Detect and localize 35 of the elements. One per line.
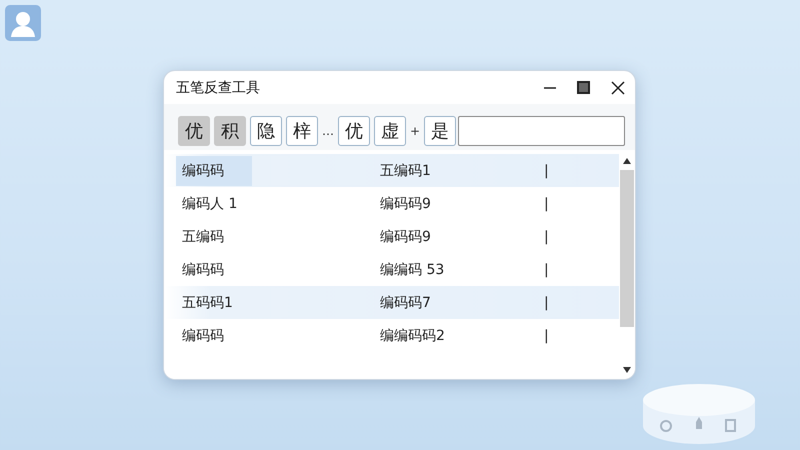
character-button[interactable]: 积 (214, 116, 246, 146)
bar-mark: | (544, 162, 550, 178)
list-item[interactable]: 编码码7 (374, 294, 544, 312)
list-row[interactable]: 五编码 编码码9 | (164, 220, 619, 253)
list-item[interactable]: 五编码 (176, 222, 230, 252)
list-item[interactable]: 五码码1 (176, 288, 239, 318)
bar-mark: | (544, 196, 550, 212)
character-button[interactable]: 优 (338, 116, 370, 146)
separator-symbol: + (410, 124, 420, 138)
list-item[interactable]: 编码码9 (374, 228, 544, 246)
list-item[interactable]: 编编码 53 (374, 260, 544, 278)
separator-symbol: … (322, 124, 334, 138)
list-item[interactable]: 编编码码2 (374, 326, 544, 344)
character-button[interactable]: 梓 (286, 116, 318, 146)
character-button[interactable]: 是 (424, 116, 456, 146)
scroll-up-icon[interactable] (623, 158, 631, 164)
list-item[interactable]: 编码码 (176, 254, 230, 284)
list-item[interactable]: 编码码9 (374, 194, 544, 212)
character-button[interactable]: 虚 (374, 116, 406, 146)
list-row[interactable]: 编码码 编编码 53 | (164, 253, 619, 286)
list-item[interactable]: 编码人 1 (176, 188, 244, 218)
bar-mark: | (544, 328, 550, 344)
list-item[interactable]: 五编码1 (374, 162, 544, 180)
list-item[interactable]: 编码码 (176, 156, 252, 186)
input-field[interactable] (458, 116, 625, 146)
character-button[interactable]: 优 (178, 116, 210, 146)
list-item[interactable]: 编码码 (176, 320, 230, 350)
bar-mark: | (544, 228, 550, 244)
character-button[interactable]: 隐 (250, 116, 282, 146)
list-row[interactable]: 编码码 编编码码2 | (164, 319, 619, 352)
scroll-down-icon[interactable] (623, 367, 631, 373)
bar-mark: | (544, 294, 550, 310)
list-row[interactable]: 编码人 1 编码码9 | (164, 187, 619, 220)
window-title: 五笔反查工具 (176, 78, 261, 96)
bar-mark: | (544, 262, 550, 278)
